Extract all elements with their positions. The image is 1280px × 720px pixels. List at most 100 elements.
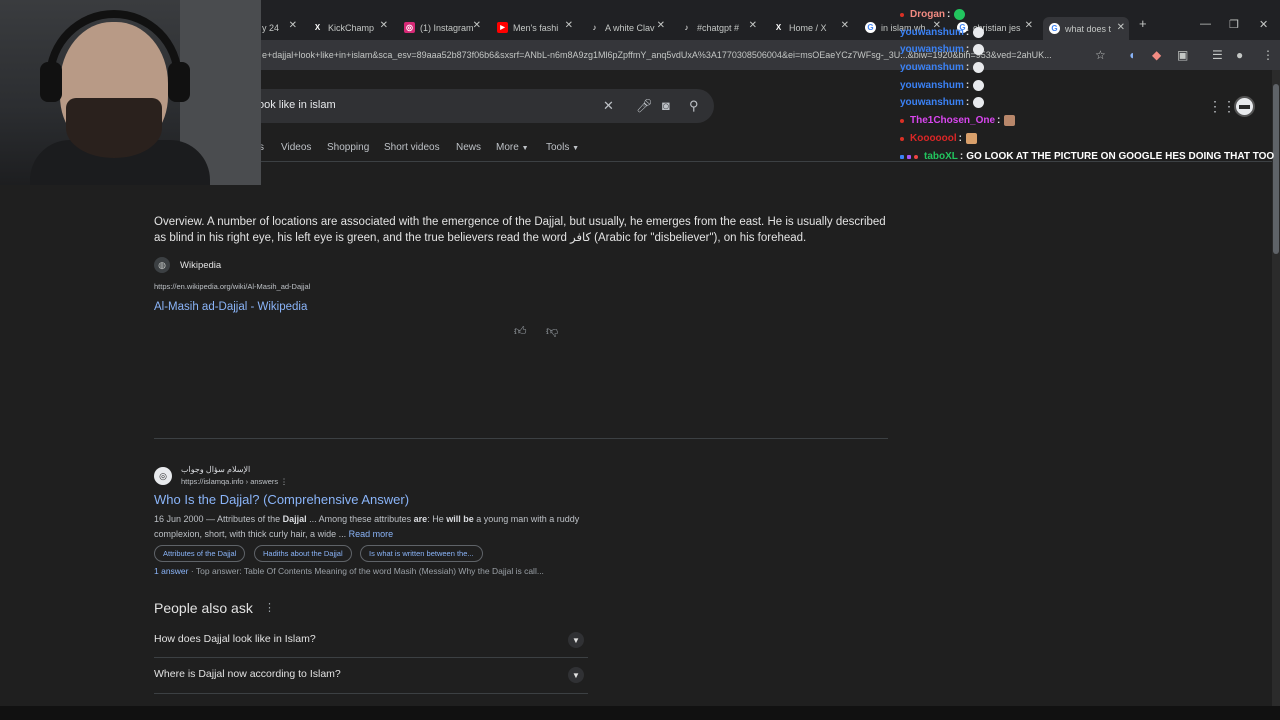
close-icon[interactable]: ✕ [749,20,757,31]
related-chip[interactable]: Is what is written between the... [360,545,483,562]
voice-search-icon[interactable]: 🎤︎ [636,98,653,114]
tiktok-icon: ♪ [684,23,689,32]
tab[interactable]: ♪ #chatgpt # ✕ [681,19,758,36]
scrollbar-thumb[interactable] [1273,84,1279,254]
source-url: https://en.wikipedia.org/wiki/Al-Masih_a… [154,282,311,291]
paa-question[interactable]: Where is Dajjal now according to Islam? [154,668,341,680]
google-icon: G [1049,23,1060,34]
thumbs-up-icon[interactable]: 👍︎ [514,324,527,339]
tab-active[interactable]: Gwhat does t ✕ [1043,17,1129,40]
instagram-icon: ◎ [404,22,415,33]
snippet-part: : He [427,514,447,524]
tab[interactable]: ◎ (1) Instagram ✕ [404,19,481,36]
chat-username: Drogan [910,9,945,20]
more-options-icon[interactable]: ⋮ [280,477,288,486]
nav-tab-short-videos[interactable]: Short videos [384,142,440,153]
paa-question[interactable]: How does Dajjal look like in Islam? [154,633,316,645]
tab-title: (1) Instagram [420,22,474,33]
close-icon[interactable]: ✕ [841,20,849,31]
minimize-icon[interactable]: — [1200,18,1211,30]
tab[interactable]: ▶ Men's fashi ✕ [497,19,573,36]
profile-icon[interactable]: ● [1236,48,1243,62]
emote-icon [973,44,985,55]
snippet-link[interactable]: Al-Masih ad-Dajjal - Wikipedia [154,301,307,313]
close-icon[interactable]: ✕ [565,20,573,31]
nav-tab-more[interactable]: More ▼ [496,142,529,153]
snippet-source[interactable]: ◍ Wikipedia [154,257,221,273]
related-chip[interactable]: Attributes of the Dajjal [154,545,246,562]
close-icon[interactable]: ✕ [1025,20,1033,31]
result-cite: https://islamqa.info › answers ⋮ [181,477,288,486]
tab[interactable]: y 24 ✕ [262,19,297,36]
result-title-link[interactable]: Who Is the Dajjal? (Comprehensive Answer… [154,492,409,507]
chat-username: The1Chosen_One [910,115,996,126]
read-more-link[interactable]: Read more [349,529,394,539]
emote-icon [1004,115,1016,126]
menu-dots-icon[interactable]: ⋮ [1262,48,1274,62]
tiktok-icon: ♪ [592,23,597,32]
search-input[interactable]: ook like in islam [258,99,336,111]
nav-tools-label: Tools [546,142,570,153]
tab-title: what does t [1065,23,1112,34]
headphone-cup [168,62,190,102]
nav-tab-news[interactable]: News [456,142,481,153]
streamer-beard [66,98,162,158]
tab-title: KickChamp [328,22,375,33]
chevron-down-icon[interactable]: ▼ [568,667,584,683]
section-divider [154,438,888,439]
nav-more-label: More [496,142,519,153]
chevron-down-icon[interactable]: ▼ [568,632,584,648]
tab-title: #chatgpt # [697,22,740,33]
chat-message: youwanshum: [900,80,985,91]
featured-snippet-text: Overview. A number of locations are asso… [154,216,886,244]
chat-username: youwanshum [900,97,964,108]
chat-username: Kooooool [910,133,957,144]
nav-tab-shopping[interactable]: Shopping [327,142,369,153]
tab[interactable]: X Home / X ✕ [773,19,849,36]
clear-icon[interactable]: ✕ [603,98,614,114]
maximize-icon[interactable]: ❐ [1229,18,1239,31]
chat-username: youwanshum [900,44,964,55]
account-avatar[interactable] [1234,96,1255,117]
chat-username: youwanshum [900,62,964,73]
emote-icon [954,9,966,20]
headphones-icon [46,10,182,100]
tab[interactable]: ♪ A white Clav ✕ [589,19,666,36]
chat-message: youwanshum: [900,97,985,108]
x-logo-icon: X [775,23,782,32]
site-favicon: ◎ [154,467,172,485]
result-date: 16 Jun 2000 [154,514,204,524]
headphone-cup [40,62,62,102]
related-chip[interactable]: Hadiths about the Dajjal [254,545,352,562]
close-icon[interactable]: ✕ [473,20,481,31]
nav-tools[interactable]: Tools ▼ [546,142,579,153]
close-icon[interactable]: ✕ [657,20,665,31]
tab-title: Home / X [789,22,827,33]
lens-icon[interactable]: ◙ [662,98,670,113]
thumbs-down-icon[interactable]: 👎︎ [546,324,558,339]
nav-tab-videos[interactable]: Videos [281,142,311,153]
cast-icon[interactable]: ◖ [1128,48,1135,62]
snippet-part: ... Among these attributes [306,514,414,524]
search-icon[interactable]: ⚲ [689,98,699,114]
more-options-icon[interactable]: ⋮ [264,601,275,614]
bookmark-star-icon[interactable]: ☆ [1095,48,1106,62]
webcam-overlay [0,0,261,185]
new-tab-icon[interactable]: + [1139,16,1147,31]
extensions-puzzle-icon[interactable]: ▣ [1177,48,1188,62]
close-icon[interactable]: ✕ [1117,22,1125,33]
close-icon[interactable]: ✕ [289,20,297,31]
screen: y 24 ✕ X KickChamp ✕ ◎ (1) Instagram ✕ ▶ Men's… [0,0,1280,720]
extension-shield-icon[interactable]: ◆ [1152,48,1161,62]
close-icon[interactable]: ✕ [380,20,388,31]
answer-count[interactable]: 1 answer [154,566,189,576]
paa-divider [154,693,588,694]
tab-title: Men's fashi [513,22,559,33]
paa-heading: People also ask [154,600,253,616]
chat-username: youwanshum [900,80,964,91]
chat-message: Drogan: [900,9,966,20]
tab[interactable]: X KickChamp ✕ [312,19,388,36]
tab-search-icon[interactable]: ☰ [1212,48,1223,62]
emote-icon [973,97,985,108]
window-close-icon[interactable]: ✕ [1259,18,1268,31]
